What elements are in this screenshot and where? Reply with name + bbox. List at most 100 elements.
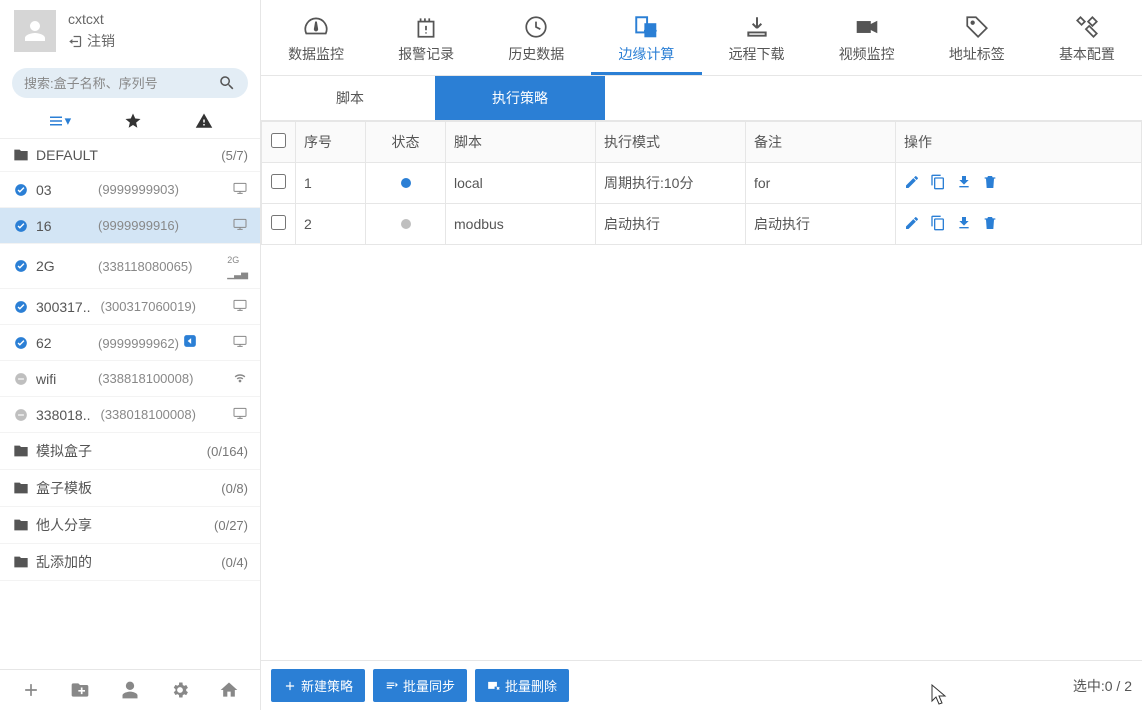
device-code: (9999999903) xyxy=(88,182,232,197)
download-icon[interactable] xyxy=(956,215,972,231)
section-count: (5/7) xyxy=(221,148,248,163)
row-checkbox[interactable] xyxy=(271,215,286,230)
header-checkbox-cell xyxy=(262,122,296,163)
star-filter-icon[interactable] xyxy=(124,112,142,130)
row-ops xyxy=(896,204,1142,245)
batch-sync-button[interactable]: 批量同步 xyxy=(373,669,467,702)
status-dot-icon xyxy=(12,183,30,197)
table-row: 1local周期执行:10分for xyxy=(262,163,1142,204)
row-mode: 周期执行:10分 xyxy=(596,163,746,204)
search-box[interactable] xyxy=(12,68,248,98)
user-icon[interactable] xyxy=(120,680,140,700)
device-row[interactable]: 338018..(338018100008) xyxy=(0,397,260,433)
nav-video-monitor[interactable]: 视频监控 xyxy=(812,0,922,75)
row-status xyxy=(366,163,446,204)
copy-icon[interactable] xyxy=(930,174,946,190)
edit-icon[interactable] xyxy=(904,174,920,190)
nav-label: 视频监控 xyxy=(816,44,918,64)
subtab-script[interactable]: 脚本 xyxy=(265,76,435,120)
nav-label: 基本配置 xyxy=(1036,44,1138,64)
video-icon xyxy=(816,12,918,42)
device-row[interactable]: 300317..(300317060019) xyxy=(0,289,260,325)
status-dot-icon xyxy=(12,372,30,386)
download-icon[interactable] xyxy=(956,174,972,190)
nav-history-data[interactable]: 历史数据 xyxy=(481,0,591,75)
device-code: (9999999962) xyxy=(88,334,232,351)
device-row[interactable]: 62(9999999962) xyxy=(0,325,260,361)
nav-edge-compute[interactable]: </>边缘计算 xyxy=(591,0,701,75)
folder-count: (0/27) xyxy=(214,518,248,533)
nav-address-tag[interactable]: 地址标签 xyxy=(922,0,1032,75)
gear-icon[interactable] xyxy=(170,680,190,700)
logout-link[interactable]: 注销 xyxy=(68,31,115,51)
row-index: 2 xyxy=(296,204,366,245)
row-index: 1 xyxy=(296,163,366,204)
tree-section[interactable]: DEFAULT(5/7) xyxy=(0,139,260,172)
device-row[interactable]: 16(9999999916) xyxy=(0,208,260,244)
home-icon[interactable] xyxy=(219,680,239,700)
header-index: 序号 xyxy=(296,122,366,163)
nav-label: 数据监控 xyxy=(265,44,367,64)
header-script: 脚本 xyxy=(446,122,596,163)
header-remark: 备注 xyxy=(746,122,896,163)
table-row: 2modbus启动执行启动执行 xyxy=(262,204,1142,245)
device-code: (9999999916) xyxy=(88,218,232,233)
device-label: 300317.. xyxy=(36,299,91,315)
device-row[interactable]: 2G(338118080065)2G▁▃▅ xyxy=(0,244,260,289)
copy-icon[interactable] xyxy=(930,215,946,231)
device-conn-icon xyxy=(232,180,248,199)
delete-icon[interactable] xyxy=(982,174,998,190)
header-ops: 操作 xyxy=(896,122,1142,163)
nav-label: 历史数据 xyxy=(485,44,587,64)
plus-icon xyxy=(283,679,297,693)
header-status: 状态 xyxy=(366,122,446,163)
nav-label: 远程下载 xyxy=(706,44,808,64)
nav-label: 地址标签 xyxy=(926,44,1028,64)
device-code: (338818100008) xyxy=(88,371,232,386)
status-dot-icon xyxy=(12,300,30,314)
subtab-policy[interactable]: 执行策略 xyxy=(435,76,605,120)
sidebar-bottom-toolbar xyxy=(0,669,260,710)
device-tree: DEFAULT(5/7)03(9999999903)16(9999999916)… xyxy=(0,139,260,669)
select-all-checkbox[interactable] xyxy=(271,133,286,148)
row-remark: for xyxy=(746,163,896,204)
new-policy-button[interactable]: 新建策略 xyxy=(271,669,365,702)
nav-data-monitor[interactable]: 数据监控 xyxy=(261,0,371,75)
sync-icon xyxy=(385,679,399,693)
row-checkbox[interactable] xyxy=(271,174,286,189)
sidebar: cxtcxt 注销 ▾ DEFAULT(5/7)03(9999999903)16… xyxy=(0,0,261,710)
device-label: 03 xyxy=(36,182,88,198)
status-dot-icon xyxy=(12,259,30,273)
search-input[interactable] xyxy=(24,76,218,91)
policy-table-wrap: 序号 状态 脚本 执行模式 备注 操作 1local周期执行:10分for2mo… xyxy=(261,121,1142,660)
alarm-icon xyxy=(375,12,477,42)
warning-filter-icon[interactable] xyxy=(195,112,213,130)
tools-icon xyxy=(1036,12,1138,42)
status-dot-icon xyxy=(12,336,30,350)
nav-alarm-record[interactable]: 报警记录 xyxy=(371,0,481,75)
row-checkbox-cell xyxy=(262,204,296,245)
device-row[interactable]: wifi(338818100008) xyxy=(0,361,260,397)
tree-folder[interactable]: 模拟盒子(0/164) xyxy=(0,433,260,470)
batch-sync-label: 批量同步 xyxy=(403,676,455,695)
nav-remote-download[interactable]: 远程下载 xyxy=(702,0,812,75)
delete-icon[interactable] xyxy=(982,215,998,231)
batch-delete-button[interactable]: 批量删除 xyxy=(475,669,569,702)
nav-basic-config[interactable]: 基本配置 xyxy=(1032,0,1142,75)
tree-folder[interactable]: 他人分享(0/27) xyxy=(0,507,260,544)
edit-icon[interactable] xyxy=(904,215,920,231)
device-label: 2G xyxy=(36,258,88,274)
download-icon xyxy=(706,12,808,42)
folder-add-icon[interactable] xyxy=(70,680,90,700)
list-filter-icon[interactable]: ▾ xyxy=(47,112,72,130)
folder-label: 盒子模板 xyxy=(36,478,92,498)
status-dot-icon xyxy=(401,178,411,188)
history-icon xyxy=(485,12,587,42)
tree-folder[interactable]: 盒子模板(0/8) xyxy=(0,470,260,507)
username: cxtcxt xyxy=(68,11,115,27)
folder-count: (0/4) xyxy=(221,555,248,570)
footer-bar: 新建策略 批量同步 批量删除 选中:0 / 2 xyxy=(261,660,1142,710)
add-icon[interactable] xyxy=(21,680,41,700)
device-row[interactable]: 03(9999999903) xyxy=(0,172,260,208)
tree-folder[interactable]: 乱添加的(0/4) xyxy=(0,544,260,581)
